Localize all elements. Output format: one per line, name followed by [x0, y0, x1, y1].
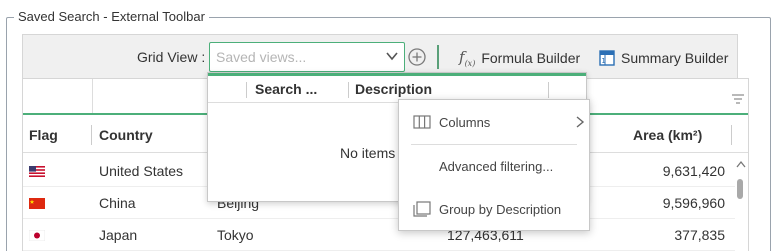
saved-views-input[interactable] — [209, 42, 405, 72]
menu-item-advanced-filtering[interactable]: Advanced filtering... — [399, 149, 589, 183]
grid-view-label: Grid View : — [137, 49, 206, 65]
menu-item-label: Advanced filtering... — [439, 158, 554, 174]
column-divider[interactable] — [348, 82, 349, 98]
scrollbar-thumb[interactable] — [737, 179, 743, 199]
column-divider[interactable] — [91, 125, 92, 145]
scroll-up-icon[interactable] — [735, 159, 747, 171]
menu-separator — [411, 144, 577, 145]
cell-area: 9,596,960 — [662, 195, 725, 211]
cell-country: Japan — [99, 227, 138, 243]
column-divider[interactable] — [548, 82, 549, 98]
menu-item-label: Columns — [439, 114, 491, 130]
column-header-area[interactable]: Area (km²) — [633, 127, 702, 143]
column-header-search[interactable]: Search ... — [255, 81, 317, 97]
cell-country: United States — [99, 163, 184, 179]
cell-area: 377,835 — [674, 227, 725, 243]
formula-builder-button[interactable]: f(x) Formula Builder — [459, 47, 580, 69]
cell-country: China — [99, 195, 136, 211]
chevron-right-icon — [576, 116, 585, 128]
svg-text:1: 1 — [601, 57, 605, 65]
menu-item-group-by[interactable]: Group by Description — [399, 192, 589, 226]
chevron-down-icon[interactable] — [385, 49, 399, 63]
table-row[interactable]: Japan Tokyo 127,463,611 377,835 — [23, 219, 735, 251]
column-divider[interactable] — [246, 82, 247, 98]
column-divider[interactable] — [731, 125, 732, 145]
menu-item-columns[interactable]: Columns — [399, 105, 589, 139]
columns-icon — [413, 115, 431, 129]
jp-flag-icon — [29, 230, 45, 241]
cell-area: 9,631,420 — [662, 163, 725, 179]
us-flag-icon — [29, 166, 45, 177]
menu-item-label: Group by Description — [439, 201, 562, 217]
filter-cell[interactable] — [23, 79, 93, 113]
group-icon — [413, 201, 431, 217]
toolbar-separator — [437, 45, 439, 69]
formula-builder-label: Formula Builder — [481, 50, 581, 66]
fx-icon: f(x) — [459, 48, 476, 68]
column-header-flag[interactable]: Flag — [29, 127, 58, 143]
summary-builder-label: Summary Builder — [621, 50, 729, 66]
column-context-menu: Columns Advanced filtering... Group by D… — [398, 99, 590, 231]
cell-capital: Tokyo — [217, 227, 254, 243]
plus-circle-icon[interactable] — [407, 47, 427, 67]
filter-icon[interactable] — [730, 91, 746, 107]
summary-builder-button[interactable]: 1 Summary Builder — [599, 47, 728, 69]
empty-message: No items — [340, 145, 396, 161]
column-header-country[interactable]: Country — [99, 127, 153, 143]
column-header-description[interactable]: Description — [355, 81, 432, 97]
fieldset-legend: Saved Search - External Toolbar — [14, 9, 209, 24]
summary-table-icon: 1 — [599, 50, 615, 66]
cn-flag-icon — [29, 198, 45, 209]
